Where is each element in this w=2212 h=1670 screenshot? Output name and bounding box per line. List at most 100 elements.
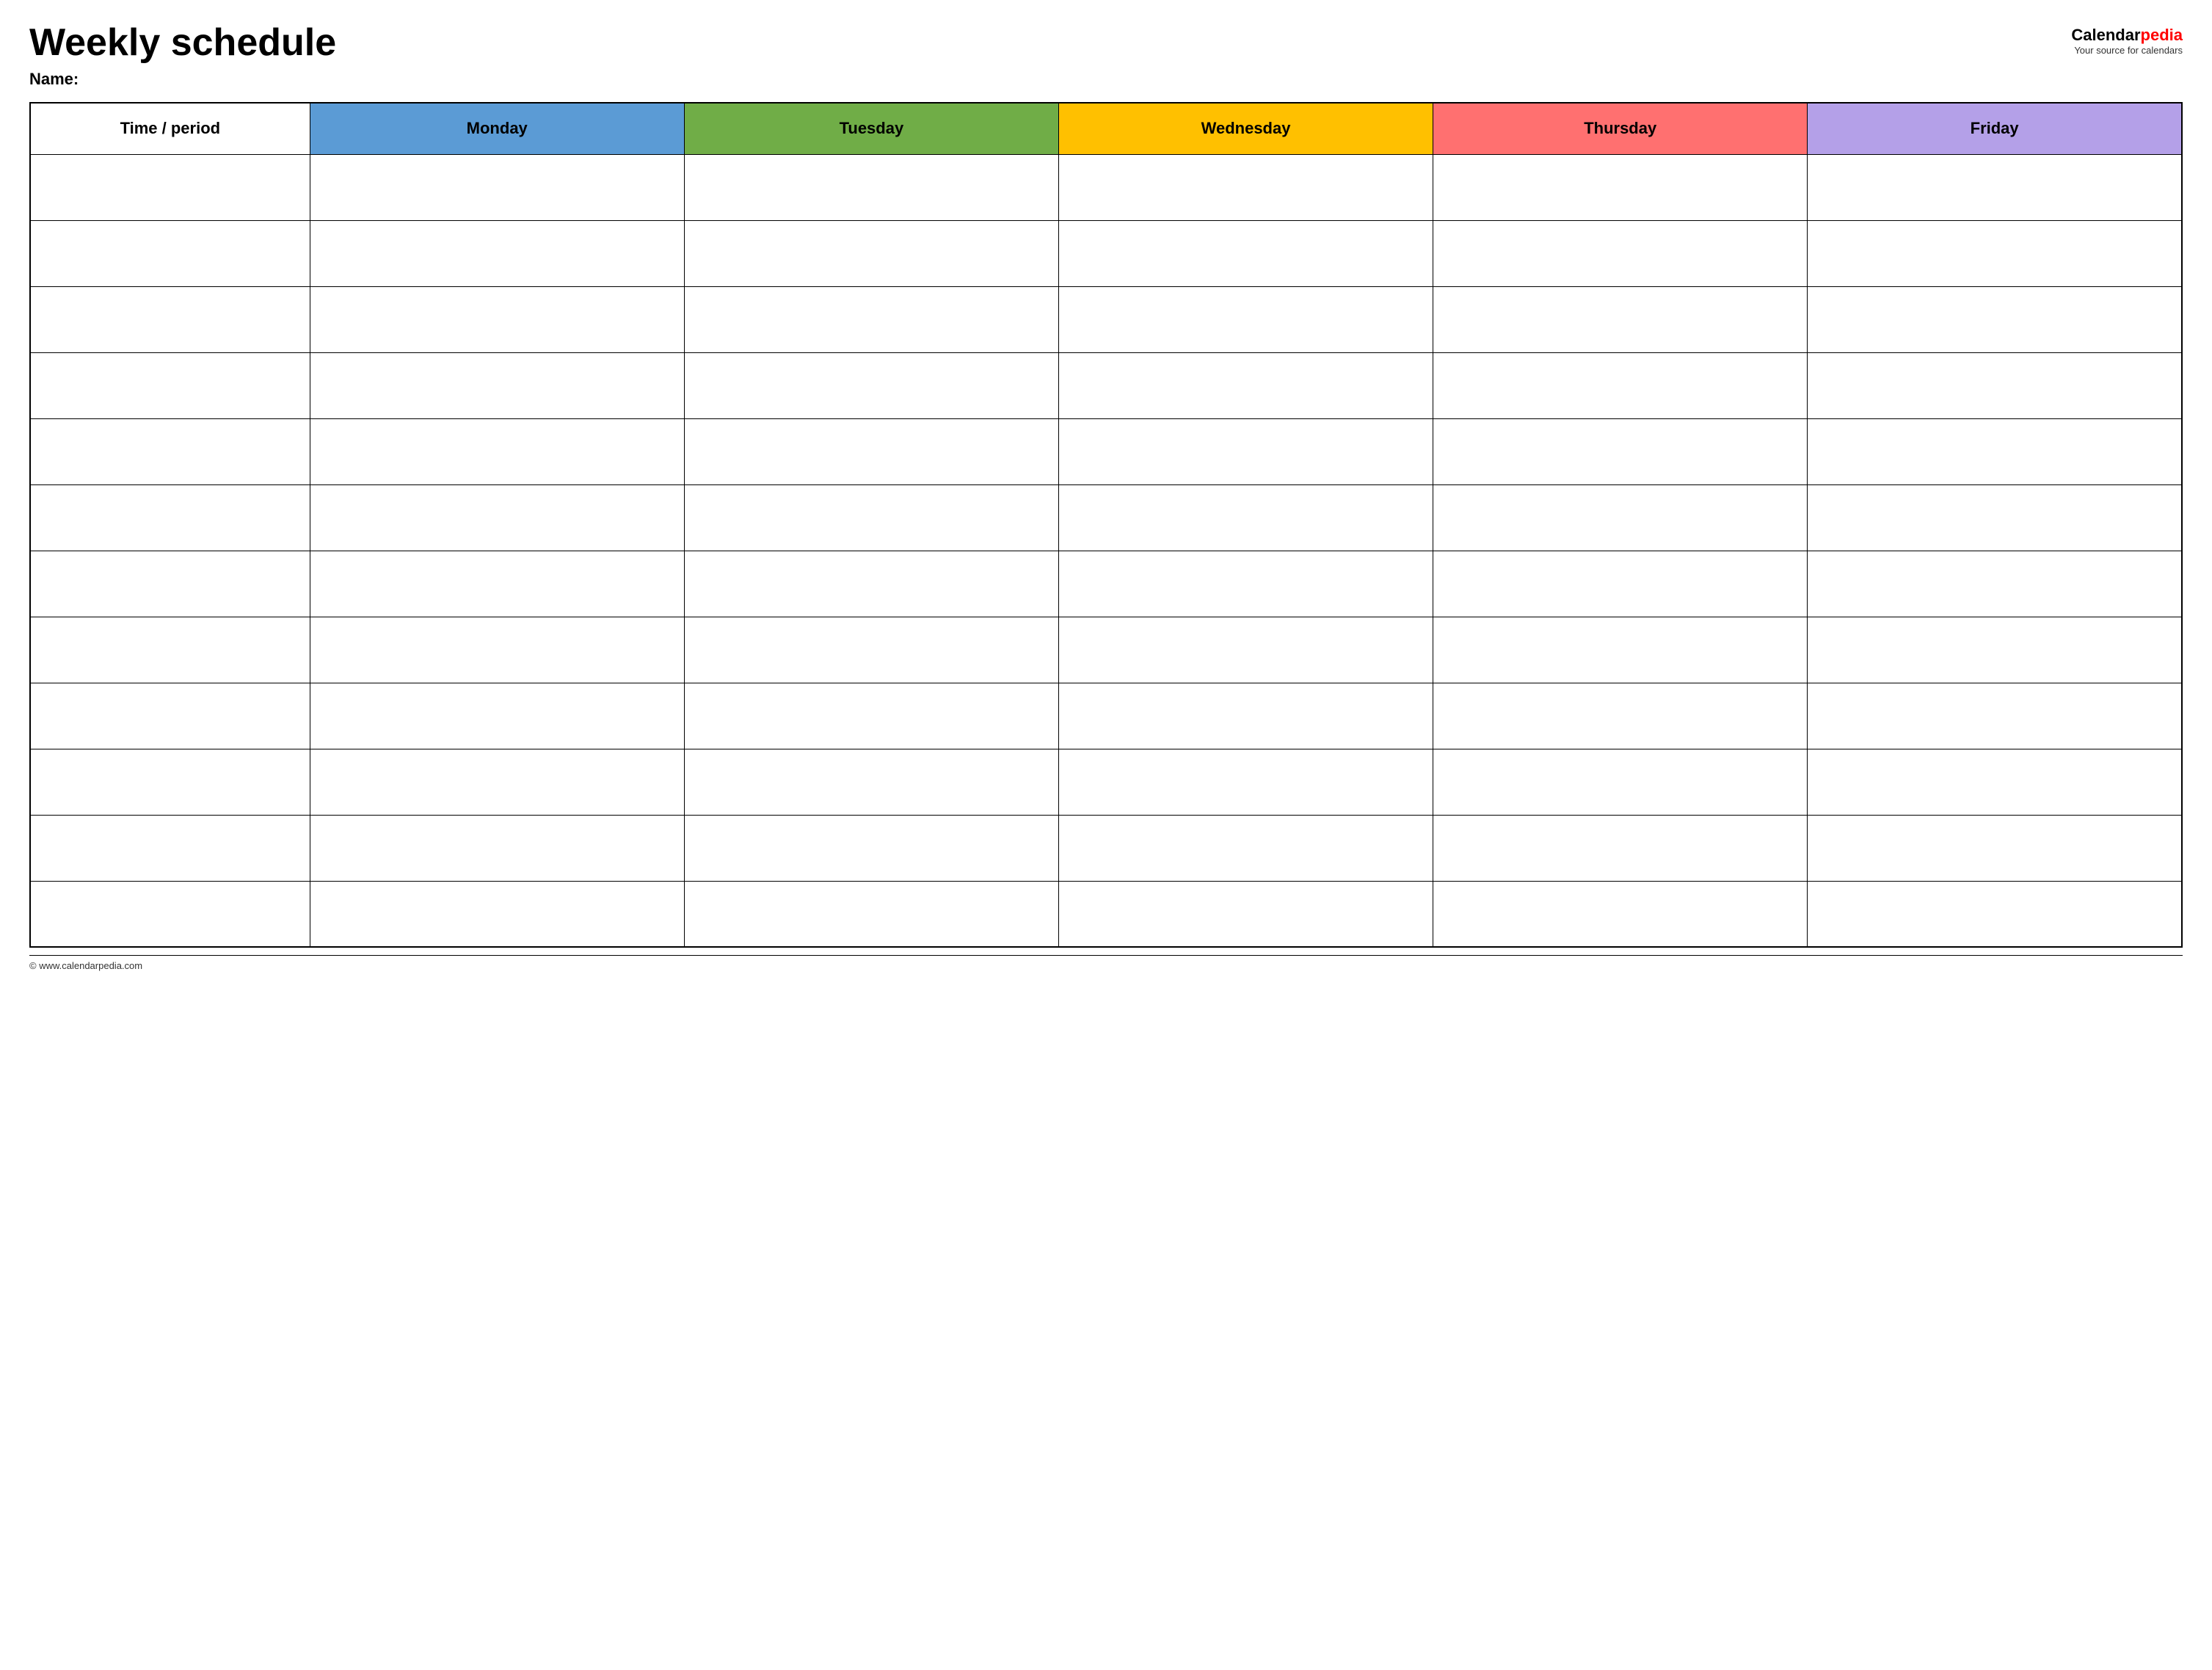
time-cell[interactable]	[30, 286, 310, 352]
day-cell[interactable]	[1808, 154, 2182, 220]
day-cell[interactable]	[1808, 286, 2182, 352]
logo-pedia: pedia	[2141, 26, 2183, 44]
day-cell[interactable]	[1808, 881, 2182, 947]
day-cell[interactable]	[1058, 815, 1433, 881]
time-cell[interactable]	[30, 617, 310, 683]
time-cell[interactable]	[30, 220, 310, 286]
day-cell[interactable]	[1433, 154, 1808, 220]
footer: © www.calendarpedia.com	[29, 955, 2183, 973]
time-cell[interactable]	[30, 815, 310, 881]
day-cell[interactable]	[310, 286, 684, 352]
day-cell[interactable]	[1808, 815, 2182, 881]
day-cell[interactable]	[310, 220, 684, 286]
page-header: Weekly schedule Name: Calendarpedia Your…	[29, 22, 2183, 89]
title-area: Weekly schedule Name:	[29, 22, 336, 89]
day-cell[interactable]	[684, 418, 1058, 484]
day-cell[interactable]	[310, 749, 684, 815]
time-cell[interactable]	[30, 683, 310, 749]
table-row	[30, 154, 2182, 220]
day-cell[interactable]	[310, 551, 684, 617]
schedule-table: Time / period Monday Tuesday Wednesday T…	[29, 102, 2183, 948]
name-label: Name:	[29, 70, 336, 89]
day-cell[interactable]	[1058, 551, 1433, 617]
time-cell[interactable]	[30, 484, 310, 551]
day-cell[interactable]	[310, 352, 684, 418]
col-header-wednesday: Wednesday	[1058, 103, 1433, 154]
day-cell[interactable]	[310, 154, 684, 220]
day-cell[interactable]	[1808, 683, 2182, 749]
col-header-friday: Friday	[1808, 103, 2182, 154]
day-cell[interactable]	[1058, 220, 1433, 286]
table-body	[30, 154, 2182, 947]
time-cell[interactable]	[30, 418, 310, 484]
day-cell[interactable]	[1058, 286, 1433, 352]
day-cell[interactable]	[1058, 683, 1433, 749]
table-row	[30, 551, 2182, 617]
day-cell[interactable]	[1058, 484, 1433, 551]
col-header-tuesday: Tuesday	[684, 103, 1058, 154]
day-cell[interactable]	[1808, 418, 2182, 484]
table-header-row: Time / period Monday Tuesday Wednesday T…	[30, 103, 2182, 154]
day-cell[interactable]	[1433, 749, 1808, 815]
day-cell[interactable]	[1433, 815, 1808, 881]
day-cell[interactable]	[1808, 352, 2182, 418]
day-cell[interactable]	[310, 683, 684, 749]
footer-url: © www.calendarpedia.com	[29, 960, 142, 971]
day-cell[interactable]	[1058, 749, 1433, 815]
day-cell[interactable]	[1058, 154, 1433, 220]
day-cell[interactable]	[684, 286, 1058, 352]
day-cell[interactable]	[1058, 881, 1433, 947]
time-cell[interactable]	[30, 881, 310, 947]
table-row	[30, 815, 2182, 881]
day-cell[interactable]	[1433, 286, 1808, 352]
table-row	[30, 484, 2182, 551]
table-row	[30, 352, 2182, 418]
day-cell[interactable]	[684, 220, 1058, 286]
logo-text: Calendarpedia	[2071, 26, 2183, 45]
day-cell[interactable]	[684, 551, 1058, 617]
day-cell[interactable]	[310, 815, 684, 881]
day-cell[interactable]	[684, 683, 1058, 749]
day-cell[interactable]	[1058, 418, 1433, 484]
day-cell[interactable]	[684, 617, 1058, 683]
day-cell[interactable]	[684, 881, 1058, 947]
day-cell[interactable]	[310, 617, 684, 683]
table-row	[30, 617, 2182, 683]
logo-tagline: Your source for calendars	[2074, 45, 2183, 56]
time-cell[interactable]	[30, 551, 310, 617]
logo-area: Calendarpedia Your source for calendars	[2071, 26, 2183, 56]
day-cell[interactable]	[1058, 352, 1433, 418]
table-row	[30, 286, 2182, 352]
day-cell[interactable]	[1808, 220, 2182, 286]
day-cell[interactable]	[1433, 352, 1808, 418]
day-cell[interactable]	[1808, 484, 2182, 551]
day-cell[interactable]	[1433, 881, 1808, 947]
day-cell[interactable]	[310, 418, 684, 484]
day-cell[interactable]	[684, 352, 1058, 418]
day-cell[interactable]	[1808, 551, 2182, 617]
day-cell[interactable]	[1058, 617, 1433, 683]
day-cell[interactable]	[1433, 683, 1808, 749]
page-title: Weekly schedule	[29, 22, 336, 64]
day-cell[interactable]	[1808, 617, 2182, 683]
day-cell[interactable]	[310, 484, 684, 551]
day-cell[interactable]	[684, 749, 1058, 815]
day-cell[interactable]	[1808, 749, 2182, 815]
col-header-monday: Monday	[310, 103, 684, 154]
time-cell[interactable]	[30, 352, 310, 418]
day-cell[interactable]	[684, 484, 1058, 551]
time-cell[interactable]	[30, 154, 310, 220]
day-cell[interactable]	[310, 881, 684, 947]
day-cell[interactable]	[684, 815, 1058, 881]
col-header-thursday: Thursday	[1433, 103, 1808, 154]
table-row	[30, 683, 2182, 749]
day-cell[interactable]	[1433, 418, 1808, 484]
day-cell[interactable]	[1433, 220, 1808, 286]
day-cell[interactable]	[684, 154, 1058, 220]
table-row	[30, 418, 2182, 484]
time-cell[interactable]	[30, 749, 310, 815]
day-cell[interactable]	[1433, 617, 1808, 683]
day-cell[interactable]	[1433, 484, 1808, 551]
col-header-time: Time / period	[30, 103, 310, 154]
day-cell[interactable]	[1433, 551, 1808, 617]
